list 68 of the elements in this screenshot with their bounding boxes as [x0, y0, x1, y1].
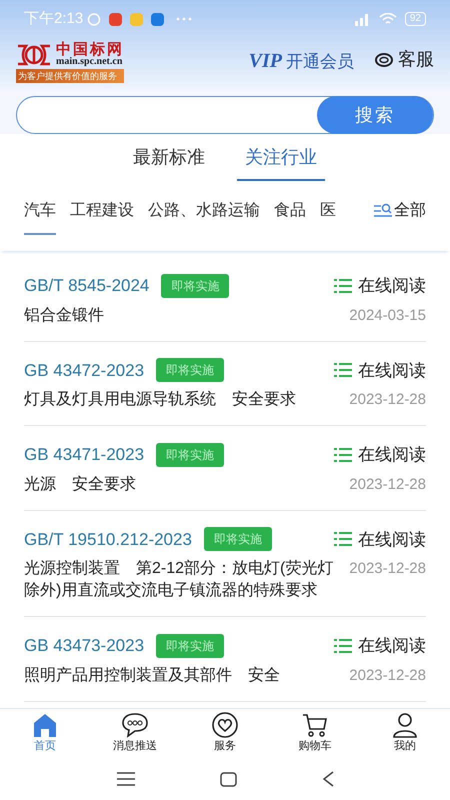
standard-title: 光源控制装置 第2-12部分：放电灯(荧光灯除外)用直流或交流电子镇流器的特殊要求: [24, 558, 334, 601]
app-notification-icon: [151, 12, 164, 26]
vip-button[interactable]: VIP 开通会员: [248, 46, 354, 76]
vip-label: VIP: [248, 49, 282, 74]
standard-code[interactable]: GB 43473-2023: [24, 633, 144, 658]
read-online-button[interactable]: 在线阅读: [334, 633, 426, 658]
filter-list-icon: [373, 203, 393, 219]
more-icon: [176, 17, 192, 21]
standard-date: 2023-12-28: [349, 666, 426, 686]
home-icon: [31, 712, 59, 738]
logo-url: main.spc.net.cn: [56, 57, 124, 67]
logo-name: 中国标网: [56, 42, 124, 57]
app-notification-icon: [130, 12, 144, 26]
standard-title: 照明产品用控制装置及其部件 安全: [24, 666, 281, 686]
list-icon: [334, 448, 352, 462]
home-button-icon[interactable]: [220, 772, 236, 786]
signal-icon: [352, 12, 371, 26]
category-tab[interactable]: 汽车: [24, 199, 56, 235]
standard-title: 铝合金锻件: [24, 306, 105, 326]
read-online-button[interactable]: 在线阅读: [334, 273, 426, 298]
category-tab[interactable]: 食品: [274, 199, 306, 235]
battery-indicator: 92: [404, 12, 426, 26]
wifi-icon: [378, 12, 397, 26]
status-badge: 即将实施: [161, 274, 230, 298]
standard-code[interactable]: GB 43472-2023: [24, 358, 144, 383]
vip-action: 开通会员: [286, 51, 354, 73]
category-tab[interactable]: 公路、水路运输: [148, 199, 260, 235]
search-field[interactable]: 搜索: [16, 96, 434, 134]
standard-code[interactable]: GB 43471-2023: [24, 442, 144, 468]
status-badge: 即将实施: [156, 358, 224, 382]
standard-date: 2023-12-28: [349, 474, 426, 494]
standard-code[interactable]: GB/T 8545-2024: [24, 273, 150, 298]
status-badge: 即将实施: [156, 634, 224, 658]
list-icon: [334, 363, 352, 378]
nav-tab[interactable]: 购物车: [270, 709, 360, 758]
list-icon: [334, 638, 352, 653]
back-icon[interactable]: [322, 771, 334, 787]
standard-title: 灯具及灯具用电源导轨系统 安全要求: [24, 390, 297, 410]
search-button[interactable]: 搜索: [317, 96, 433, 134]
standard-date: 2023-12-28: [349, 559, 426, 579]
status-time: 下午2:13: [24, 8, 84, 29]
category-tab[interactable]: 医: [320, 199, 336, 235]
read-online-button[interactable]: 在线阅读: [334, 526, 426, 552]
read-online-button[interactable]: 在线阅读: [334, 358, 426, 383]
list-icon: [334, 532, 352, 546]
status-badge: 即将实施: [156, 442, 224, 467]
app-notification-icon: [109, 12, 122, 26]
nav-tab[interactable]: 服务: [180, 709, 270, 758]
category-tab[interactable]: 工程建设: [70, 199, 134, 235]
menu-icon[interactable]: [116, 772, 134, 786]
standard-date: 2024-03-15: [349, 306, 426, 326]
tab[interactable]: 关注行业: [237, 144, 325, 181]
read-online-button[interactable]: 在线阅读: [334, 442, 426, 468]
logo-icon: [16, 44, 52, 66]
cart-icon: [301, 712, 329, 738]
nav-tab[interactable]: 我的: [360, 709, 450, 758]
standard-code[interactable]: GB/T 19510.212-2023: [24, 526, 192, 552]
tab[interactable]: 最新标准: [125, 144, 213, 181]
nav-tab[interactable]: 首页: [0, 709, 90, 758]
slogan-banner: 为客户提供有价值的服务: [16, 69, 124, 83]
list-icon: [334, 278, 352, 293]
person-icon: [391, 712, 419, 738]
status-badge: 即将实施: [204, 527, 272, 552]
nav-tab[interactable]: 消息推送: [90, 709, 180, 758]
standard-date: 2023-12-28: [349, 390, 426, 410]
chat-bubble-icon: [121, 712, 149, 738]
customer-service-button[interactable]: 客服: [374, 46, 434, 73]
standard-title: 光源 安全要求: [24, 474, 137, 494]
